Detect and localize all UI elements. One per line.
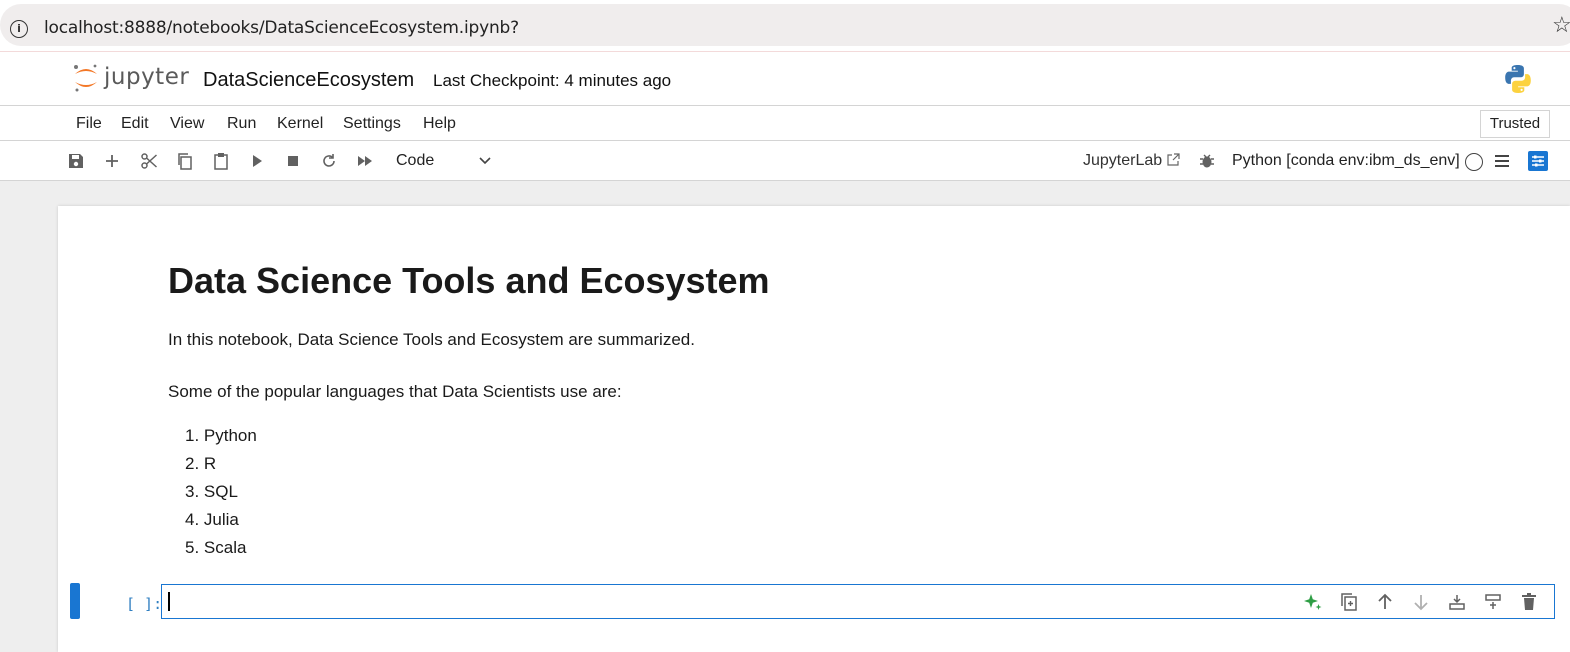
info-icon[interactable]: i xyxy=(10,20,28,38)
menu-run[interactable]: Run xyxy=(227,115,256,133)
languages-intro: Some of the popular languages that Data … xyxy=(168,382,622,401)
property-inspector-icon[interactable] xyxy=(1528,151,1548,171)
menu-edit[interactable]: Edit xyxy=(121,115,149,133)
input-prompt: [ ]: xyxy=(126,595,163,613)
bookmark-star-icon[interactable]: ☆ xyxy=(1552,12,1570,38)
duplicate-cell-icon[interactable] xyxy=(1338,591,1360,613)
debugger-bug-icon[interactable] xyxy=(1197,151,1217,171)
menu-view[interactable]: View xyxy=(170,115,204,133)
notebook-title[interactable]: DataScienceEcosystem xyxy=(203,69,414,92)
insert-above-icon[interactable] xyxy=(1446,591,1468,613)
cell-toolbar xyxy=(1302,591,1542,613)
list-item: 4. Julia xyxy=(185,510,239,529)
menu-file[interactable]: File xyxy=(76,115,102,133)
insert-cell-icon[interactable] xyxy=(102,151,122,171)
paste-icon[interactable] xyxy=(211,151,231,171)
external-link-icon xyxy=(1167,153,1180,166)
jupyter-logo-icon[interactable] xyxy=(72,62,100,94)
jupyterlab-link[interactable]: JupyterLab xyxy=(1083,152,1162,170)
list-item: 3. SQL xyxy=(185,482,238,501)
ai-sparkle-icon[interactable] xyxy=(1302,591,1324,613)
code-cell[interactable]: [ ]: xyxy=(68,582,1558,620)
list-item: 2. R xyxy=(185,454,217,473)
menu-lines-icon[interactable] xyxy=(1492,151,1512,171)
jupyter-logo-text: jupyter xyxy=(104,64,190,90)
kernel-name[interactable]: Python [conda env:ibm_ds_env] xyxy=(1232,152,1460,170)
restart-run-all-icon[interactable] xyxy=(355,151,375,171)
list-item: 5. Scala xyxy=(185,538,247,557)
move-up-icon[interactable] xyxy=(1374,591,1396,613)
insert-below-icon[interactable] xyxy=(1482,591,1504,613)
trusted-indicator[interactable]: Trusted xyxy=(1480,110,1550,138)
code-input[interactable] xyxy=(161,584,1555,619)
restart-icon[interactable] xyxy=(319,151,339,171)
delete-cell-icon[interactable] xyxy=(1518,591,1540,613)
notebook-toolbar: Code JupyterLab Python [conda env:ibm_ds… xyxy=(0,141,1570,181)
chevron-down-icon[interactable] xyxy=(478,154,492,168)
list-item: 1. Python xyxy=(185,426,257,445)
notebook-heading: Data Science Tools and Ecosystem xyxy=(168,260,770,301)
notebook-area: Data Science Tools and Ecosystem In this… xyxy=(0,181,1570,652)
menu-help[interactable]: Help xyxy=(423,115,456,133)
intro-paragraph: In this notebook, Data Science Tools and… xyxy=(168,330,695,349)
python-logo-icon xyxy=(1505,65,1531,93)
menu-bar: File Edit View Run Kernel Settings Help … xyxy=(0,106,1570,141)
url-text[interactable]: localhost:8888/notebooks/DataScienceEcos… xyxy=(44,18,519,38)
languages-list: 1. Python 2. R 3. SQL 4. Julia 5. Scala xyxy=(168,425,257,565)
url-field[interactable]: i localhost:8888/notebooks/DataScienceEc… xyxy=(0,4,1570,46)
browser-address-bar: i localhost:8888/notebooks/DataScienceEc… xyxy=(0,0,1570,52)
run-icon[interactable] xyxy=(247,151,267,171)
menu-settings[interactable]: Settings xyxy=(343,115,401,133)
kernel-status-icon xyxy=(1465,153,1483,171)
stop-icon[interactable] xyxy=(283,151,303,171)
notebook-page: Data Science Tools and Ecosystem In this… xyxy=(58,206,1570,652)
jupyter-header: jupyter DataScienceEcosystem Last Checkp… xyxy=(0,52,1570,106)
save-icon[interactable] xyxy=(66,151,86,171)
move-down-icon[interactable] xyxy=(1410,591,1432,613)
cell-collapser[interactable] xyxy=(70,583,80,619)
text-cursor xyxy=(168,592,170,611)
menu-kernel[interactable]: Kernel xyxy=(277,115,323,133)
copy-icon[interactable] xyxy=(175,151,195,171)
cut-icon[interactable] xyxy=(139,151,159,171)
last-checkpoint-text: Last Checkpoint: 4 minutes ago xyxy=(433,71,672,90)
